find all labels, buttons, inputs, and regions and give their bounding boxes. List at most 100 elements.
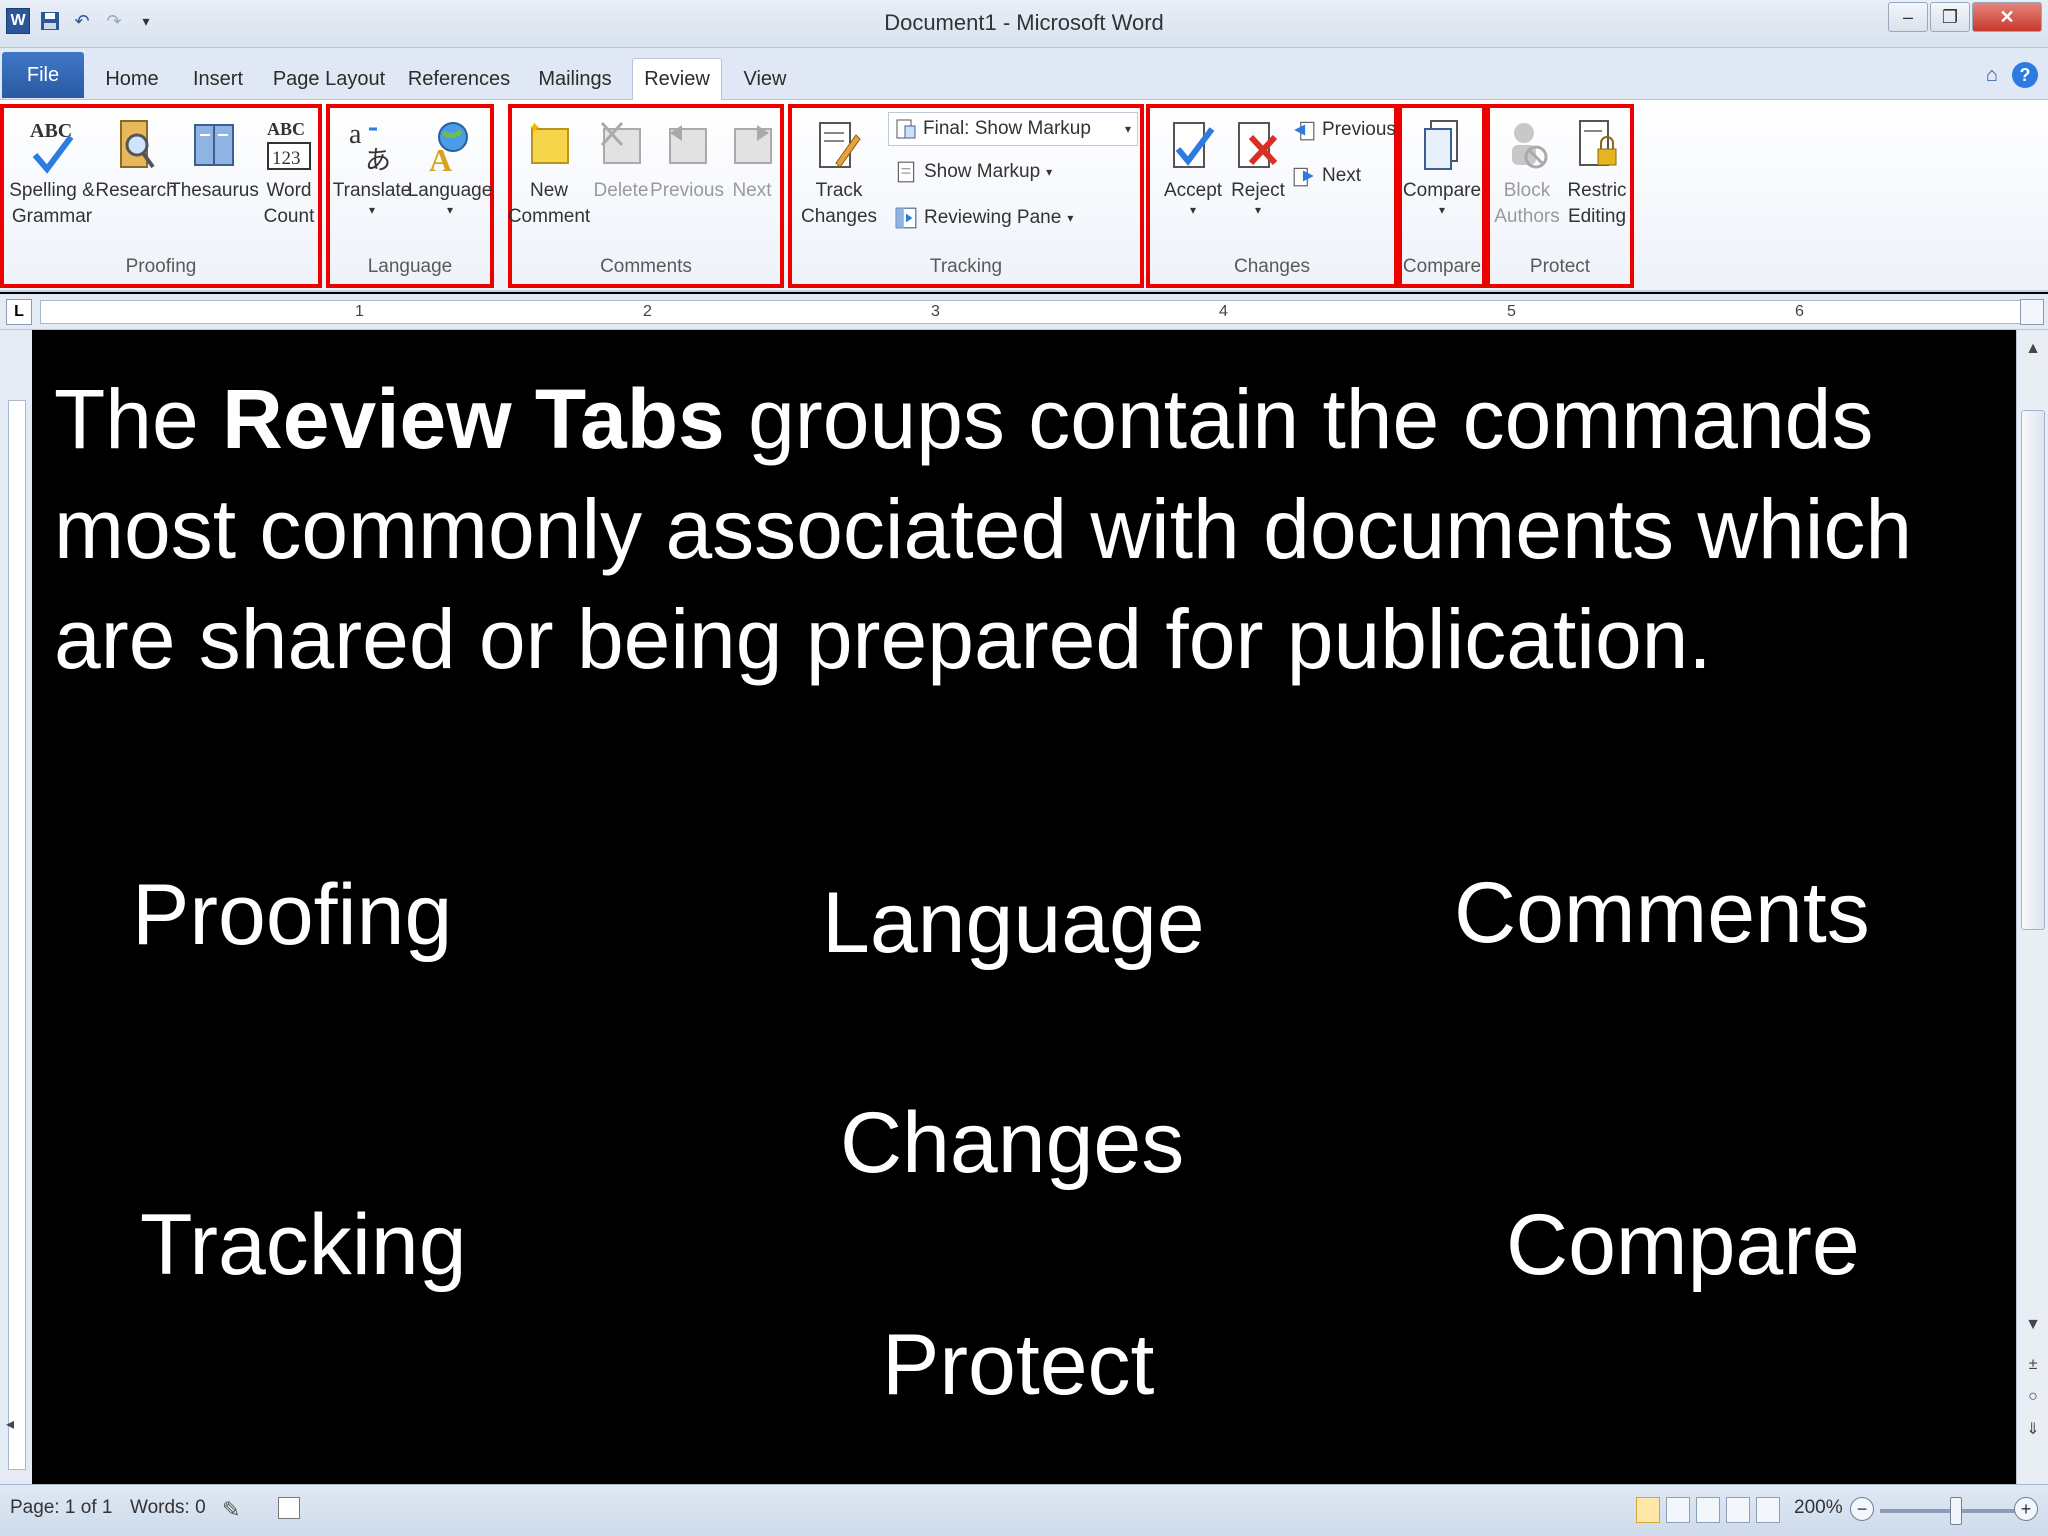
next-page-icon[interactable]: ⇓	[2017, 1414, 2048, 1444]
full-screen-reading-view-icon[interactable]	[1666, 1497, 1690, 1523]
group-comments: ✦ New Comment Delete Previous Next Comme…	[508, 104, 784, 288]
word-count-button[interactable]: ABC 123 Word Count	[256, 114, 322, 230]
track-changes-icon	[813, 114, 865, 178]
spelling-grammar-button[interactable]: ABC Spelling & Grammar	[6, 114, 98, 230]
select-browse-object-icon[interactable]: ○	[2017, 1382, 2048, 1412]
previous-comment-button[interactable]: Previous	[650, 114, 724, 204]
reviewing-pane-icon	[895, 207, 917, 229]
view-ruler-icon[interactable]	[2020, 299, 2044, 325]
ruler-number: 3	[931, 303, 940, 320]
horizontal-ruler: L 1 2 3 4 5 6	[0, 294, 2048, 330]
tab-mailings[interactable]: Mailings	[528, 58, 622, 100]
headline-text: The Review Tabs groups contain the comma…	[54, 372, 1913, 686]
proofing-status-icon[interactable]: ✎	[222, 1497, 240, 1523]
term-compare: Compare	[1506, 1197, 1860, 1293]
tab-insert[interactable]: Insert	[180, 58, 256, 100]
macro-record-icon[interactable]	[278, 1497, 300, 1519]
word-count-icon: ABC 123	[263, 114, 315, 178]
language-dropdown-arrow-icon: ▾	[446, 203, 454, 217]
ruler-number: 2	[643, 303, 652, 320]
translate-button[interactable]: aあ Translate ▾	[333, 114, 412, 216]
vertical-scrollbar[interactable]: ▲ ▼ ± ○ ⇓	[2016, 330, 2048, 1484]
track-changes-button[interactable]: Track Changes	[798, 114, 880, 230]
thesaurus-button[interactable]: Thesaurus	[169, 114, 259, 204]
scroll-left-arrow-icon[interactable]: ◂	[6, 1414, 14, 1434]
vertical-ruler: ◂	[0, 330, 32, 1484]
document-page[interactable]: The Review Tabs groups contain the comma…	[34, 334, 2012, 1484]
tab-view[interactable]: View	[730, 58, 800, 100]
thesaurus-book-icon	[188, 114, 240, 178]
language-button[interactable]: A Language ▾	[408, 114, 492, 217]
compare-dropdown-arrow-icon: ▾	[1438, 203, 1446, 217]
reviewing-pane-button[interactable]: Reviewing Pane ▾	[894, 206, 1073, 230]
close-button[interactable]: ✕	[1972, 2, 2042, 32]
compare-button[interactable]: Compare ▾	[1403, 114, 1481, 217]
display-for-review-dropdown[interactable]: Final: Show Markup ▾	[888, 112, 1138, 146]
headline-bold: Review Tabs	[222, 372, 725, 466]
group-label-proofing: Proofing	[125, 256, 197, 277]
restrict-editing-button[interactable]: Restric Editing	[1562, 114, 1632, 230]
ruler-number: 4	[1219, 303, 1228, 320]
block-authors-icon	[1501, 114, 1553, 178]
restrict-editing-lock-icon	[1571, 114, 1623, 178]
maximize-button[interactable]: ❐	[1930, 2, 1970, 32]
svg-text:✦: ✦	[528, 120, 541, 137]
web-layout-view-icon[interactable]	[1696, 1497, 1720, 1523]
block-authors-button[interactable]: Block Authors	[1492, 114, 1562, 230]
scroll-down-icon[interactable]: ▼	[2017, 1310, 2048, 1340]
research-button[interactable]: Research	[95, 114, 177, 204]
scroll-thumb[interactable]	[2021, 410, 2045, 930]
reject-dropdown-arrow-icon: ▾	[1254, 203, 1262, 217]
tab-review[interactable]: Review	[632, 58, 722, 100]
tab-page-layout[interactable]: Page Layout	[270, 58, 388, 100]
next-comment-button[interactable]: Next	[724, 114, 780, 204]
status-bar: Page: 1 of 1 Words: 0 ✎ 200% − +	[0, 1484, 2048, 1536]
previous-change-button[interactable]: Previous	[1292, 118, 1396, 142]
zoom-level[interactable]: 200%	[1794, 1497, 1843, 1519]
research-icon	[110, 114, 162, 178]
group-changes: Accept ▾ Reject ▾ Previous Next Changes	[1146, 104, 1398, 288]
tab-selector-button[interactable]: L	[6, 299, 32, 325]
minimize-button[interactable]: –	[1888, 2, 1928, 32]
markup-display-icon	[896, 119, 916, 139]
new-comment-button[interactable]: ✦ New Comment	[508, 114, 590, 230]
zoom-slider-knob[interactable]	[1950, 1497, 1962, 1525]
zoom-in-button[interactable]: +	[2014, 1497, 2038, 1521]
window-title: Document1 - Microsoft Word	[884, 10, 1164, 35]
minimize-ribbon-icon[interactable]: ⌂	[1986, 64, 1998, 87]
translate-icon: aあ	[346, 114, 398, 178]
svg-text:ABC: ABC	[267, 119, 305, 139]
show-markup-button[interactable]: Show Markup ▾	[894, 160, 1052, 184]
zoom-out-button[interactable]: −	[1850, 1497, 1874, 1521]
word-count[interactable]: Words: 0	[130, 1497, 206, 1519]
ruler-strip[interactable]: 1 2 3 4 5 6	[40, 300, 2030, 324]
group-label-protect: Protect	[1529, 256, 1591, 277]
term-proofing: Proofing	[132, 867, 453, 963]
page-count[interactable]: Page: 1 of 1	[10, 1497, 112, 1519]
term-language: Language	[822, 875, 1205, 971]
tab-file[interactable]: File	[2, 52, 84, 98]
scroll-up-icon[interactable]: ▲	[2017, 334, 2048, 364]
next-change-button[interactable]: Next	[1292, 164, 1361, 188]
accept-icon	[1167, 114, 1219, 178]
group-proofing: ABC Spelling & Grammar Research Thesauru…	[0, 104, 322, 288]
term-comments: Comments	[1454, 865, 1870, 961]
print-layout-view-icon[interactable]	[1636, 1497, 1660, 1523]
language-globe-icon: A	[424, 114, 476, 178]
svg-text:A: A	[429, 142, 452, 177]
previous-page-icon[interactable]: ±	[2017, 1350, 2048, 1380]
tab-home[interactable]: Home	[96, 58, 168, 100]
help-icon[interactable]: ?	[2012, 62, 2038, 88]
accept-button[interactable]: Accept ▾	[1160, 114, 1226, 216]
next-comment-icon	[726, 114, 778, 178]
draft-view-icon[interactable]	[1756, 1497, 1780, 1523]
outline-view-icon[interactable]	[1726, 1497, 1750, 1523]
group-label-changes: Changes	[1233, 256, 1311, 277]
ribbon-tab-strip: File Home Insert Page Layout References …	[0, 48, 2048, 100]
tab-references[interactable]: References	[404, 58, 514, 100]
reject-button[interactable]: Reject ▾	[1226, 114, 1290, 216]
window-controls: – ❐ ✕	[1888, 2, 2042, 32]
ruler-number: 5	[1507, 303, 1516, 320]
delete-comment-button[interactable]: Delete	[588, 114, 654, 204]
next-change-icon	[1293, 167, 1314, 187]
